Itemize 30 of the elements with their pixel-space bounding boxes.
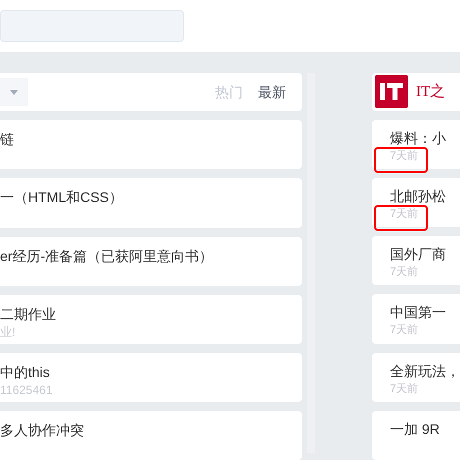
search-field[interactable] — [0, 10, 184, 42]
news-title: 北邮孙松 — [390, 186, 446, 206]
news-title: 国外厂商 — [390, 245, 446, 264]
article-card[interactable]: er经历-准备篇（已获阿里意向书） — [0, 236, 302, 286]
news-time: 7天前 — [390, 206, 418, 222]
article-card[interactable]: 链 — [0, 120, 302, 170]
article-card[interactable]: 一（HTML和CSS） — [0, 178, 302, 228]
news-title: 一加 9R — [390, 420, 440, 439]
news-title: 中国第一 — [390, 303, 446, 322]
sort-tab[interactable]: 最新 — [258, 82, 286, 103]
news-time: 7天前 — [390, 323, 418, 338]
article-title: 二期作业 — [0, 304, 56, 324]
article-card[interactable]: 多人协作冲突 — [0, 410, 302, 460]
article-title: 链 — [0, 130, 14, 150]
news-card[interactable]: 国外厂商 7天前 — [372, 236, 460, 286]
news-title: 全新玩法， — [390, 362, 460, 381]
article-title: er经历-准备篇（已获阿里意向书） — [0, 246, 214, 266]
caret-icon — [10, 90, 18, 95]
news-title: 爆料：小 — [390, 128, 446, 148]
article-title: 多人协作冲突 — [0, 420, 84, 440]
news-time: 7天前 — [390, 265, 418, 280]
category-dropdown[interactable] — [0, 78, 28, 106]
news-time: 7天前 — [390, 382, 418, 397]
article-title: 一（HTML和CSS） — [0, 188, 123, 208]
article-title: 中的this — [0, 362, 50, 382]
source-name[interactable]: IT之 — [416, 80, 446, 104]
news-card[interactable]: 全新玩法， 7天前 — [372, 352, 460, 402]
news-time: 7天前 — [390, 148, 418, 164]
news-card[interactable]: 一加 9R — [372, 410, 460, 460]
news-card[interactable]: 中国第一 7天前 — [372, 294, 460, 344]
